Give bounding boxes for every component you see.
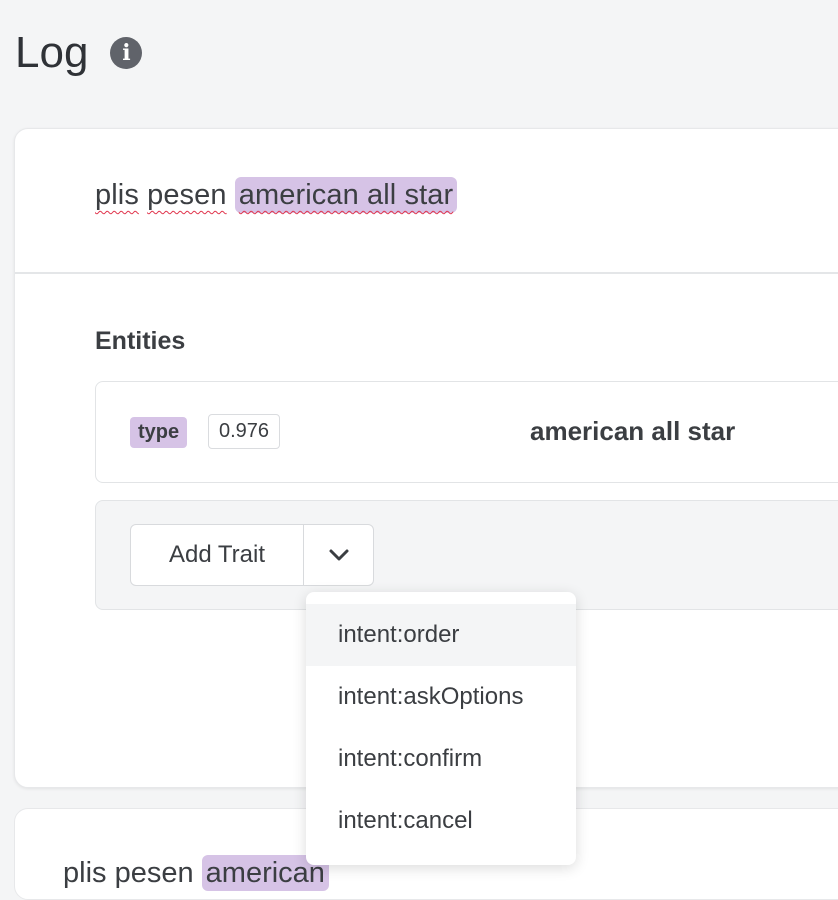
entity-tag[interactable]: type [130,417,188,448]
entity-row: type 0.976 american all star [95,381,838,483]
utterance-text[interactable]: plis pesen american all star [95,177,458,213]
chevron-down-icon [329,549,348,561]
menu-item-intent-confirm[interactable]: intent:confirm [306,728,576,790]
divider [15,272,838,274]
utterance-entity-highlight[interactable]: american all star [234,177,458,213]
page-title: Log [15,28,89,77]
page-header: Log i [15,28,143,78]
add-trait-button[interactable]: Add Trait [131,525,304,585]
utterance-plain: plis pesen [63,857,194,889]
info-icon[interactable]: i [110,37,143,69]
utterance-word: plis [95,179,139,211]
add-trait-split-button: Add Trait [130,524,374,586]
entity-confidence: 0.976 [208,414,281,449]
menu-item-intent-askoptions[interactable]: intent:askOptions [306,666,576,728]
entity-text: american all star [238,179,454,211]
trait-dropdown-toggle[interactable] [304,525,373,585]
utterance-word: pesen [147,179,227,211]
menu-item-intent-order[interactable]: intent:order [306,604,576,666]
entity-value: american all star [530,416,736,446]
trait-dropdown-menu: intent:order intent:askOptions intent:co… [306,592,576,865]
menu-item-intent-cancel[interactable]: intent:cancel [306,790,576,852]
entities-title: Entities [95,327,186,355]
